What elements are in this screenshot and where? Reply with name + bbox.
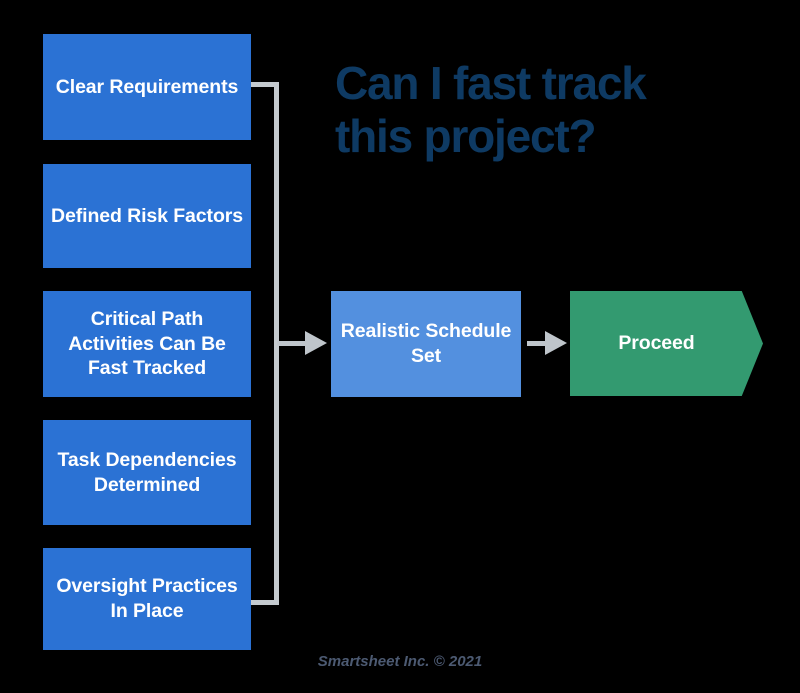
connector-stub-bottom	[251, 600, 279, 605]
criteria-label: Critical Path Activities Can Be Fast Tra…	[51, 307, 243, 381]
criteria-label: Oversight Practices In Place	[51, 574, 243, 623]
criteria-line-3: In Place	[110, 600, 184, 622]
outcome-label: Proceed	[618, 332, 695, 355]
criteria-box-defined-risk-factors[interactable]: Defined Risk Factors	[43, 164, 251, 268]
criteria-box-task-dependencies[interactable]: Task Dependencies Determined	[43, 420, 251, 525]
criteria-line-2: Factors	[173, 204, 243, 227]
criteria-line-2: Dependencies	[105, 448, 237, 471]
criteria-box-oversight-practices[interactable]: Oversight Practices In Place	[43, 548, 251, 650]
criteria-line-3: Determined	[93, 473, 201, 496]
title-line-1: Can I fast track	[335, 57, 647, 109]
criteria-label: Defined Risk Factors	[51, 204, 243, 229]
criteria-line-1: Clear	[55, 75, 105, 98]
decision-line-2: Schedule Set	[410, 320, 512, 367]
criteria-line-2: Practices	[151, 575, 238, 598]
criteria-box-clear-requirements[interactable]: Clear Requirements	[43, 34, 251, 140]
decision-line-1: Realistic	[340, 320, 421, 343]
connector-stub-top	[251, 82, 279, 87]
page-title: Can I fast track this project?	[335, 57, 765, 164]
criteria-line-1: Defined Risk	[51, 204, 168, 227]
title-line-2: this project?	[335, 110, 597, 163]
outcome-shape-proceed[interactable]: Proceed	[570, 291, 763, 396]
arrow-to-decision-icon	[305, 331, 327, 355]
decision-box-realistic-schedule-set[interactable]: Realistic Schedule Set	[331, 291, 521, 397]
decision-label: Realistic Schedule Set	[331, 319, 521, 368]
criteria-box-critical-path[interactable]: Critical Path Activities Can Be Fast Tra…	[43, 291, 251, 397]
criteria-line-2: Requirements	[109, 75, 239, 98]
criteria-line-1: Task	[57, 448, 101, 471]
criteria-line-1: Oversight	[56, 575, 147, 598]
criteria-line-1: Critical Path	[90, 308, 204, 331]
arrow-to-outcome-icon	[545, 331, 567, 355]
criteria-label: Task Dependencies Determined	[51, 448, 243, 497]
criteria-label: Clear Requirements	[55, 75, 239, 100]
flowchart-canvas: Clear Requirements Defined Risk Factors …	[0, 0, 800, 693]
footer-copyright: Smartsheet Inc. © 2021	[317, 653, 483, 670]
criteria-line-2: Activities Can	[68, 332, 196, 355]
